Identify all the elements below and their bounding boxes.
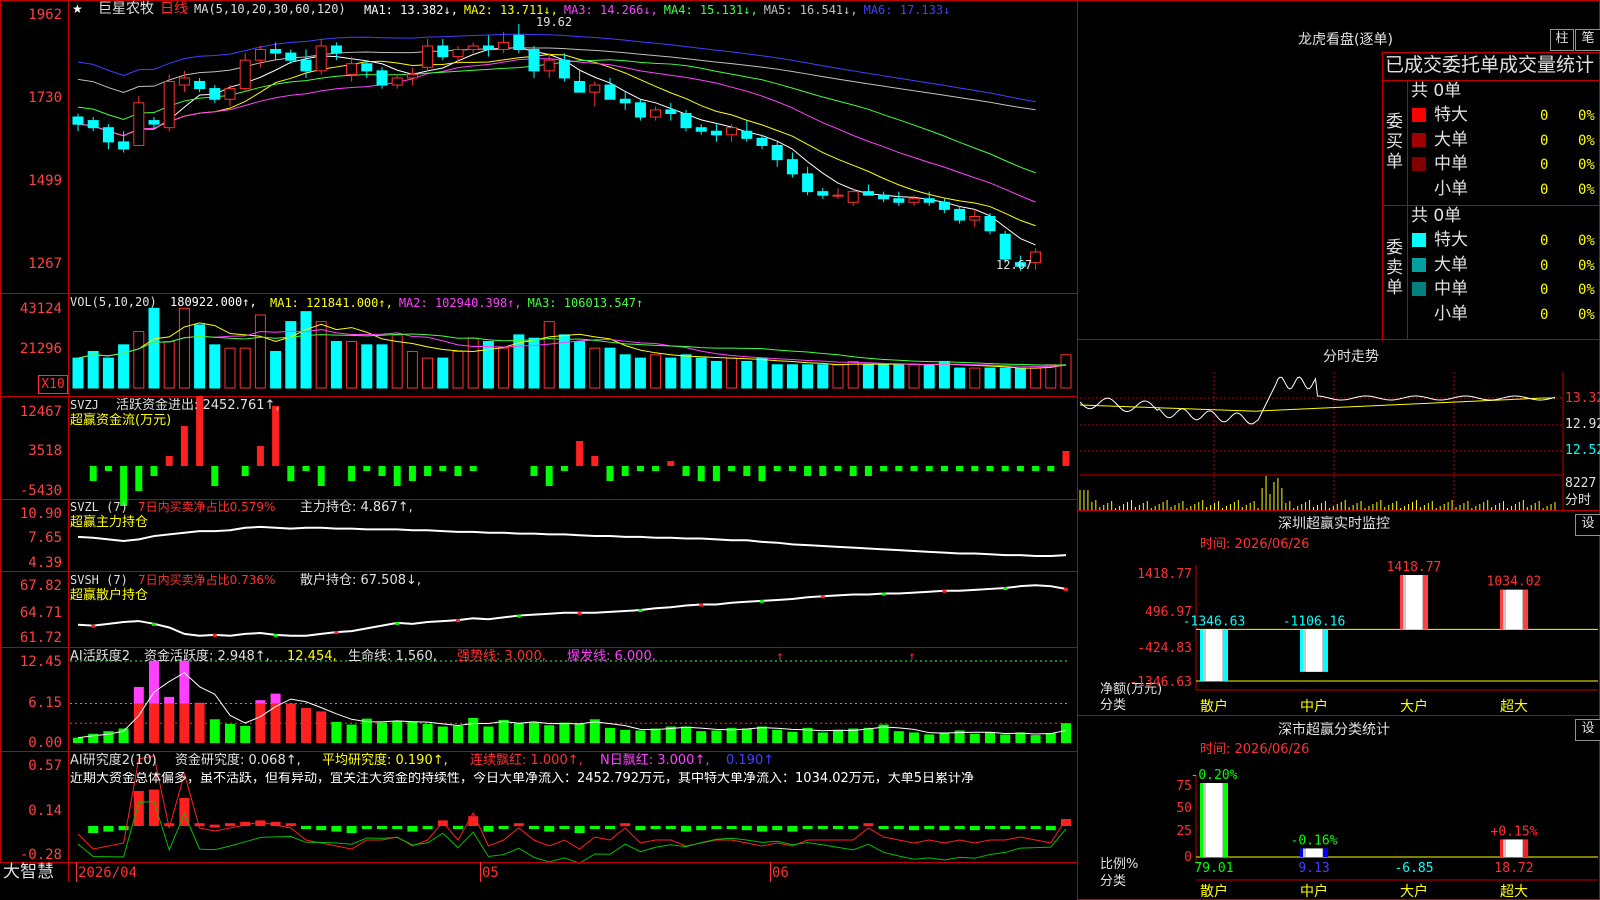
sz-class-chart[interactable]: 7550250-0.20%79.01散户-0.16%9.13中户-6.85大户+… xyxy=(0,0,1600,900)
szc-bar-accent xyxy=(1300,848,1303,857)
szc-bar-accent xyxy=(1523,839,1528,857)
szc-bar-bottom-label: -6.85 xyxy=(1394,861,1433,876)
szc-category-label: 中户 xyxy=(1300,883,1328,900)
szc-bar-hi xyxy=(1306,848,1322,857)
szc-bar-top-label: +0.15% xyxy=(1491,824,1538,839)
szc-bar-bottom-label: 79.01 xyxy=(1194,861,1233,876)
szc-bar-hi xyxy=(1206,783,1222,857)
szc-bar-hi xyxy=(1506,839,1522,857)
szc-bar-accent xyxy=(1500,839,1503,857)
szc-bar-accent xyxy=(1323,848,1328,857)
szc-y-label: 0 xyxy=(1184,850,1192,865)
szc-bar-bottom-label: 9.13 xyxy=(1298,861,1329,876)
szc-bar-top-label: -0.16% xyxy=(1291,833,1338,848)
szc-y-label: 50 xyxy=(1176,801,1192,816)
szc-category-label: 超大 xyxy=(1500,884,1528,900)
szc-bar-accent xyxy=(1223,783,1228,857)
szc-bar-accent xyxy=(1200,783,1203,857)
szc-bar-top-label: -0.20% xyxy=(1191,768,1238,783)
szc-y-label: 25 xyxy=(1176,824,1192,839)
szc-category-label: 散户 xyxy=(1200,883,1228,900)
szc-bar-bottom-label: 18.72 xyxy=(1494,861,1533,876)
szc-category-label: 大户 xyxy=(1400,883,1428,900)
